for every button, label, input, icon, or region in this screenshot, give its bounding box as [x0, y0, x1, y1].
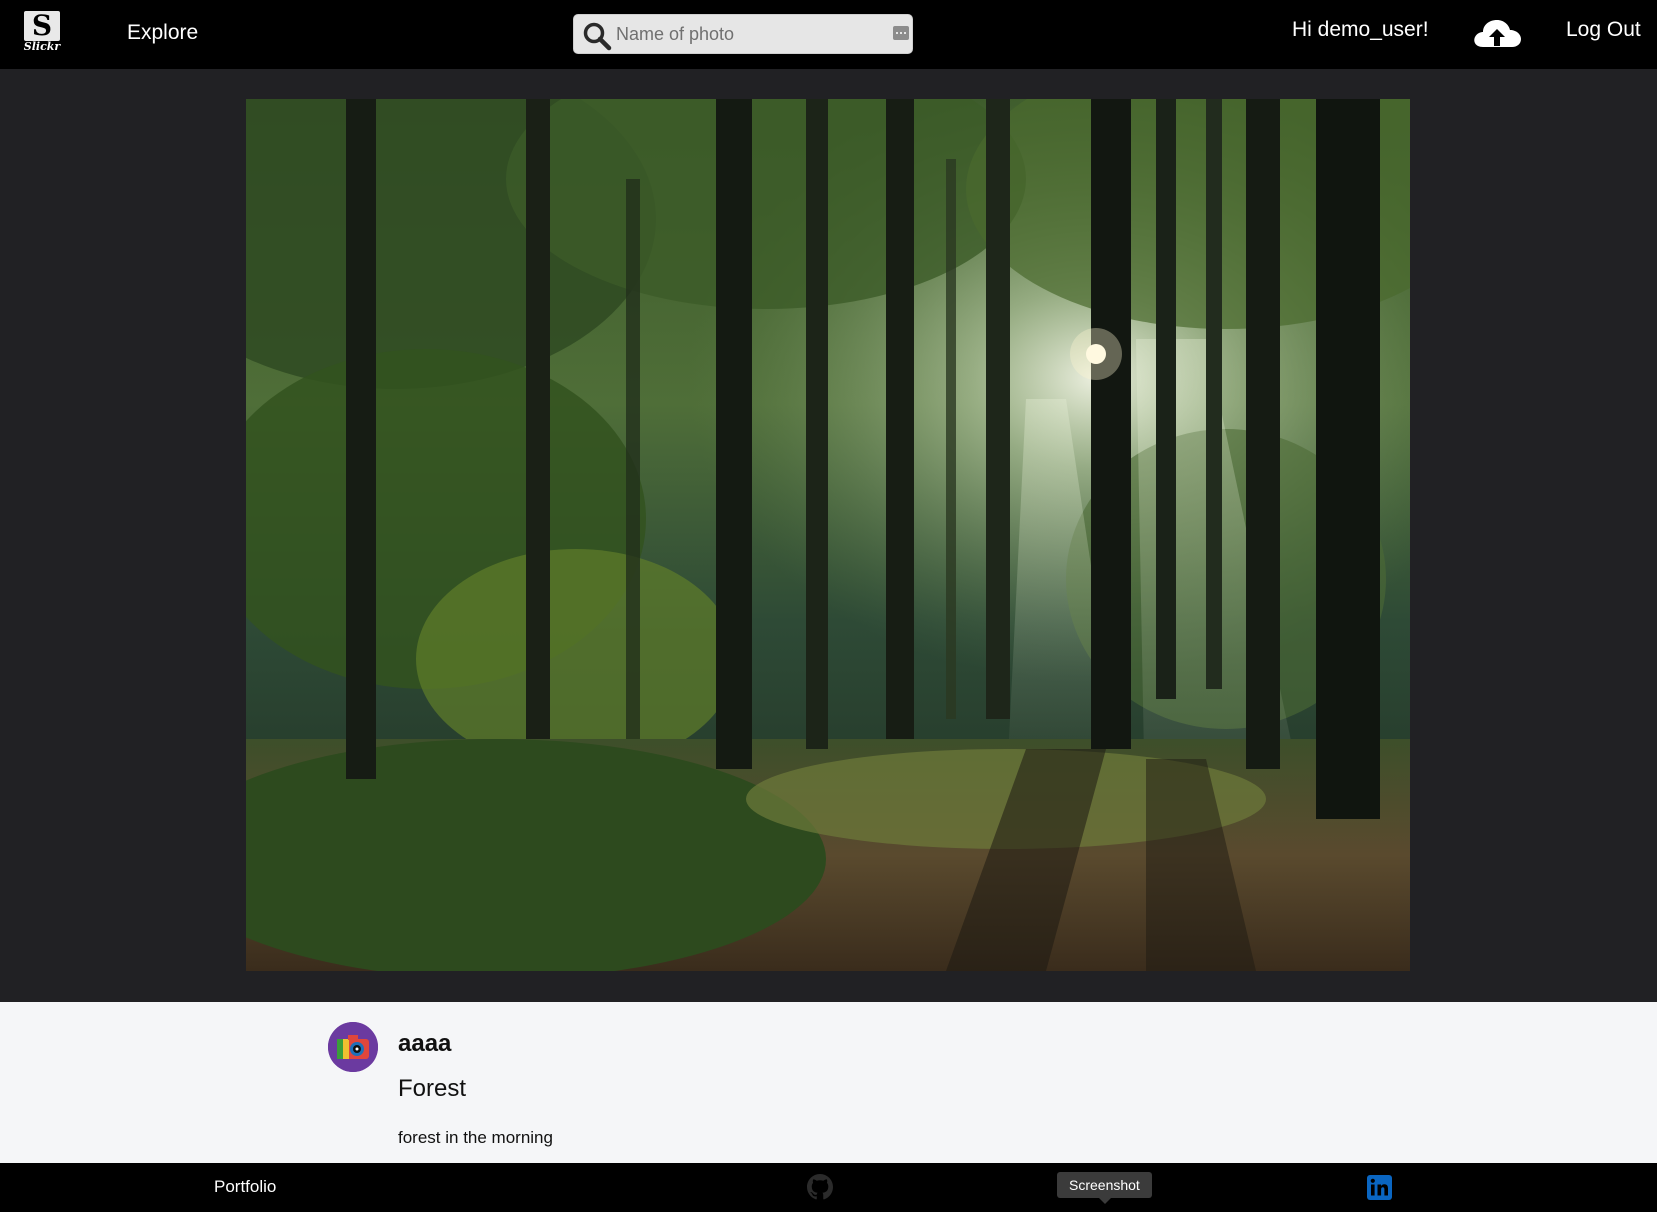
forest-photo	[246, 99, 1410, 971]
cloud-upload-icon[interactable]	[1471, 17, 1523, 51]
photo-description: forest in the morning	[398, 1128, 553, 1147]
github-icon[interactable]	[807, 1174, 833, 1200]
slickr-logo[interactable]: S Slickr	[19, 9, 65, 55]
explore-link[interactable]: Explore	[127, 21, 198, 45]
camera-avatar-icon[interactable]	[328, 1022, 378, 1072]
photo-author[interactable]: aaaa	[398, 1030, 451, 1058]
footer: Portfolio Screenshot	[0, 1163, 1657, 1212]
logo-wordmark: Slickr	[23, 40, 61, 53]
screenshot-tooltip: Screenshot	[1057, 1172, 1152, 1204]
photo-title: Forest	[398, 1075, 467, 1102]
top-nav: S Slickr Explore Hi demo_user! Log Out	[0, 0, 1657, 69]
photo-details: aaaa Forest forest in the morning	[0, 1002, 1657, 1163]
autofill-icon[interactable]	[893, 26, 909, 40]
photo-stage	[0, 69, 1657, 1002]
linkedin-icon[interactable]	[1367, 1175, 1392, 1200]
logout-button[interactable]: Log Out	[1566, 18, 1641, 42]
search-input[interactable]	[616, 15, 886, 53]
search-icon[interactable]	[582, 21, 612, 51]
user-greeting: Hi demo_user!	[1292, 18, 1429, 41]
search-bar	[573, 14, 913, 54]
logo-mark: S	[24, 11, 60, 41]
portfolio-link[interactable]: Portfolio	[214, 1177, 276, 1197]
